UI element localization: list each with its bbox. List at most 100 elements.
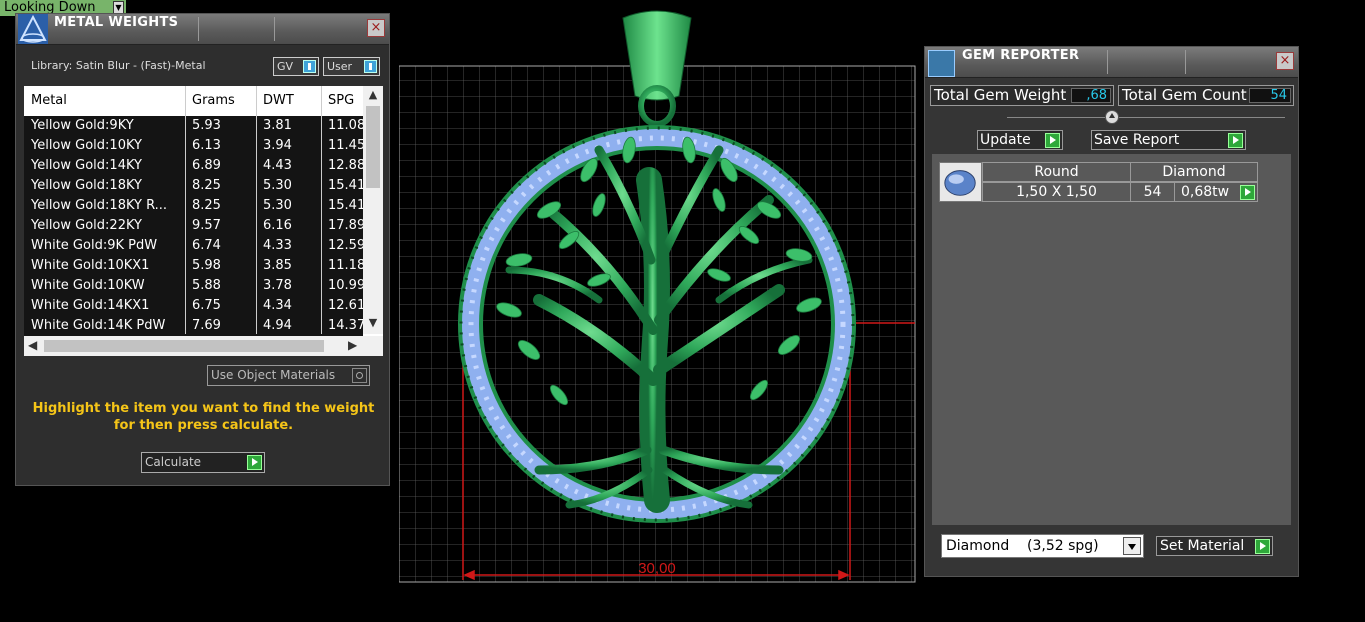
scroll-left-icon[interactable]: ◀	[28, 338, 37, 352]
spg-value: 17.89	[328, 218, 366, 233]
chevron-down-icon[interactable]	[1123, 537, 1141, 555]
grams-value: 6.89	[192, 158, 221, 173]
play-icon	[247, 455, 262, 470]
column-header-dwt[interactable]: DWT	[263, 93, 294, 108]
column-header-spg[interactable]: SPG	[328, 93, 354, 108]
metal-table-hscroll[interactable]: ◀ ▶	[24, 336, 383, 356]
spg-value: 11.45	[328, 138, 366, 153]
material-select-value: Diamond (3,52 spg)	[946, 538, 1099, 554]
grams-value: 6.75	[192, 298, 221, 313]
grams-value: 5.88	[192, 278, 221, 293]
dwt-value: 3.94	[263, 138, 292, 153]
gem-reporter-titlebar[interactable]: GEM REPORTER ×	[925, 47, 1298, 78]
spg-value: 11.08	[328, 118, 366, 133]
metal-name: White Gold:10KX1	[31, 258, 150, 273]
metal-weights-titlebar[interactable]: METAL WEIGHTS ×	[16, 14, 389, 45]
spg-value: 11.18	[328, 258, 366, 273]
table-row[interactable]: White Gold:10KX1 5.98 3.85 11.18	[24, 256, 365, 276]
spg-value: 12.59	[328, 238, 366, 253]
column-header-grams[interactable]: Grams	[192, 93, 235, 108]
dwt-value: 3.81	[263, 118, 292, 133]
dwt-value: 4.43	[263, 158, 292, 173]
metal-name: Yellow Gold:22KY	[31, 218, 142, 233]
metal-weights-title: METAL WEIGHTS	[54, 15, 179, 30]
grams-value: 5.93	[192, 118, 221, 133]
spg-value: 12.61	[328, 298, 366, 313]
table-row[interactable]: Yellow Gold:22KY 9.57 6.16 17.89	[24, 216, 365, 236]
set-material-button[interactable]: Set Material	[1156, 536, 1273, 556]
calculate-button[interactable]: Calculate	[141, 452, 265, 473]
table-row[interactable]: White Gold:9K PdW 6.74 4.33 12.59	[24, 236, 365, 256]
table-row[interactable]: Yellow Gold:18KY R... 8.25 5.30 15.41	[24, 196, 365, 216]
dimension-label: 30,00	[638, 560, 676, 577]
grams-value: 9.57	[192, 218, 221, 233]
gem-reporter-close-button[interactable]: ×	[1276, 52, 1294, 70]
total-gem-weight-label: Total Gem Weight	[934, 86, 1067, 104]
dwt-value: 4.33	[263, 238, 292, 253]
spg-value: 15.41	[328, 198, 366, 213]
3d-viewport[interactable]: 30,00	[399, 0, 917, 584]
scroll-down-icon[interactable]: ▼	[367, 316, 379, 329]
grams-value: 6.74	[192, 238, 221, 253]
spg-value: 15.41	[328, 178, 366, 193]
gem-count: 54	[1130, 182, 1175, 202]
update-button[interactable]: Update	[977, 130, 1063, 150]
table-row[interactable]: Yellow Gold:14KY 6.89 4.43 12.88	[24, 156, 365, 176]
metal-table[interactable]: Metal Grams DWT SPG Yellow Gold:9KY 5.93 3…	[24, 86, 383, 356]
play-icon	[1240, 185, 1255, 200]
dwt-value: 5.30	[263, 178, 292, 193]
library-label: Library: Satin Blur - (Fast)-Metal	[31, 59, 206, 72]
table-row[interactable]: White Gold:14KX1 6.75 4.34 12.61	[24, 296, 365, 316]
dwt-value: 4.94	[263, 318, 292, 333]
column-header-metal[interactable]: Metal	[31, 93, 67, 108]
save-report-label: Save Report	[1094, 132, 1180, 148]
round-diamond-icon[interactable]	[939, 162, 982, 202]
table-row[interactable]: White Gold:14K PdW 7.69 4.94 14.37	[24, 316, 365, 336]
metal-name: Yellow Gold:14KY	[31, 158, 142, 173]
total-gem-count-label: Total Gem Count	[1122, 86, 1247, 104]
save-report-button[interactable]: Save Report	[1091, 130, 1246, 150]
user-toggle-label: User	[327, 60, 353, 73]
scroll-right-icon[interactable]: ▶	[348, 338, 357, 352]
metal-table-vscroll[interactable]: ▲ ▼	[363, 86, 383, 334]
dwt-value: 5.30	[263, 198, 292, 213]
table-row[interactable]: White Gold:10KW 5.88 3.78 10.99	[24, 276, 365, 296]
use-object-materials-checkbox[interactable]: Use Object Materials	[207, 365, 370, 386]
grams-value: 5.98	[192, 258, 221, 273]
gem-shape-header: Round	[982, 162, 1131, 182]
metal-table-body: Yellow Gold:9KY 5.93 3.81 11.08 Yellow Gold:…	[24, 116, 365, 336]
user-toggle[interactable]: User	[323, 57, 380, 76]
metal-name: Yellow Gold:10KY	[31, 138, 142, 153]
table-row[interactable]: Yellow Gold:9KY 5.93 3.81 11.08	[24, 116, 365, 136]
gv-toggle[interactable]: GV	[273, 57, 319, 76]
total-gem-weight-value: ,68	[1071, 88, 1111, 103]
table-row[interactable]: Yellow Gold:10KY 6.13 3.94 11.45	[24, 136, 365, 156]
report-slider-handle[interactable]	[1105, 110, 1119, 124]
set-material-label: Set Material	[1160, 538, 1245, 554]
metal-weights-close-button[interactable]: ×	[367, 19, 385, 37]
dwt-value: 4.34	[263, 298, 292, 313]
gem-weight[interactable]: 0,68tw	[1174, 182, 1258, 202]
grams-value: 8.25	[192, 198, 221, 213]
calculate-hint: Highlight the item you want to find the …	[32, 401, 375, 433]
metal-name: White Gold:10KW	[31, 278, 145, 293]
dwt-value: 6.16	[263, 218, 292, 233]
total-gem-count-value: 54	[1249, 88, 1291, 103]
metal-name: White Gold:9K PdW	[31, 238, 158, 253]
material-select[interactable]: Diamond (3,52 spg)	[941, 534, 1144, 558]
total-gem-weight-field: Total Gem Weight ,68	[930, 85, 1114, 106]
dwt-value: 3.85	[263, 258, 292, 273]
gem-reporter-panel: GEM REPORTER × Total Gem Weight ,68 Tota…	[924, 46, 1299, 577]
scroll-up-icon[interactable]: ▲	[367, 88, 379, 101]
grams-value: 7.69	[192, 318, 221, 333]
metal-name: Yellow Gold:18KY R...	[31, 198, 168, 213]
gem-reporter-title: GEM REPORTER	[962, 48, 1080, 63]
matrix-app-icon	[18, 14, 48, 44]
table-row[interactable]: Yellow Gold:18KY 8.25 5.30 15.41	[24, 176, 365, 196]
grams-value: 6.13	[192, 138, 221, 153]
gem-reporter-icon	[928, 50, 955, 77]
calculate-label: Calculate	[145, 455, 202, 469]
metal-name: White Gold:14K PdW	[31, 318, 166, 333]
play-icon	[1228, 133, 1243, 148]
play-icon	[1255, 539, 1270, 554]
